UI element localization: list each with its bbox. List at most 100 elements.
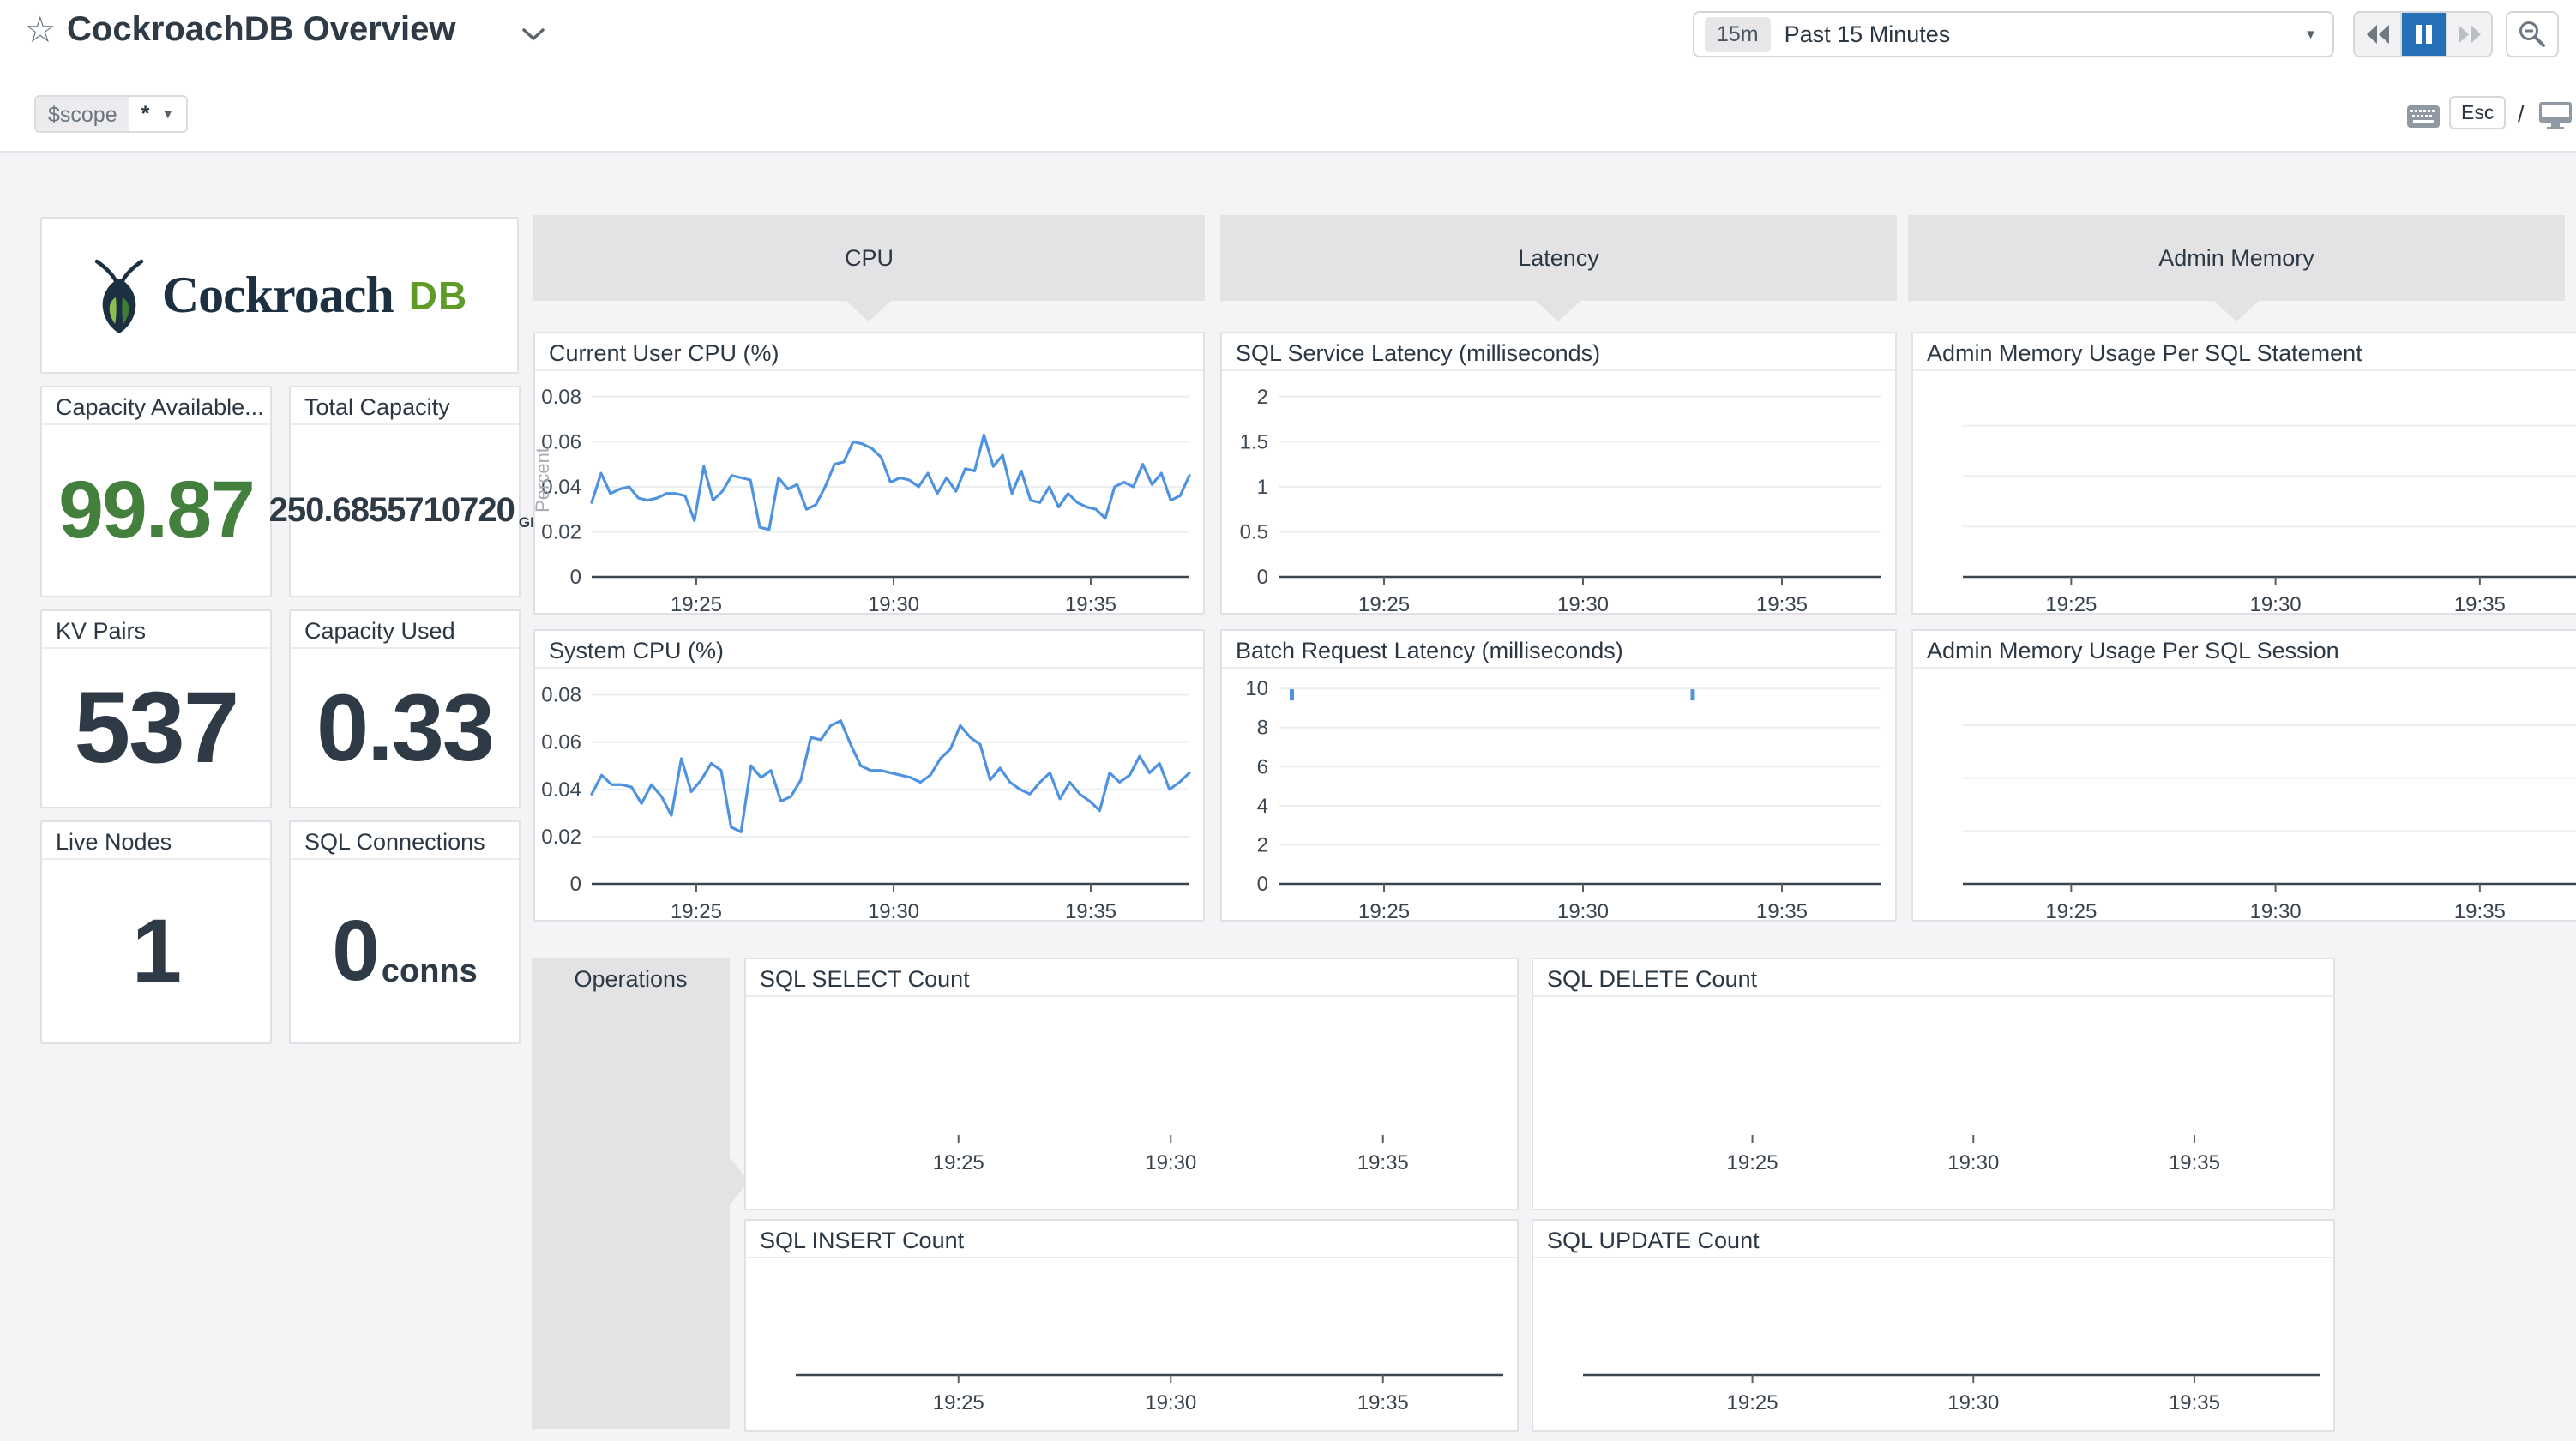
fullscreen-monitor-icon[interactable] bbox=[2538, 101, 2573, 135]
y-tick-label: 0.04 bbox=[541, 778, 581, 802]
stat-card-sql-connections[interactable]: SQL Connections 0 conns bbox=[289, 820, 521, 1044]
scope-value-select[interactable]: * ▼ bbox=[129, 97, 187, 131]
y-tick-label: 1 bbox=[1257, 476, 1268, 499]
stat-card-total-capacity[interactable]: Total Capacity 250.6855710720 GB bbox=[289, 386, 521, 597]
title-chevron-icon[interactable] bbox=[521, 27, 545, 47]
panel-sql-delete-count[interactable]: SQL DELETE Count 19:2519:3019:35 bbox=[1532, 958, 2335, 1210]
admin-memory-statement-chart[interactable]: 19:2519:3019:35 bbox=[1913, 371, 2576, 613]
group-header-cpu[interactable]: CPU bbox=[533, 215, 1205, 301]
fast-forward-button[interactable] bbox=[2446, 13, 2491, 56]
system-cpu-chart[interactable]: 0 0.02 0.04 0.06 0.08 19:25 19:30 19:35 bbox=[535, 669, 1203, 920]
group-header-admin-memory[interactable]: Admin Memory bbox=[1908, 215, 2565, 301]
panel-title: SQL Service Latency (milliseconds) bbox=[1222, 333, 1895, 371]
x-tick-label: 19:30 bbox=[868, 900, 919, 920]
sql-insert-count-chart[interactable]: 19:2519:3019:35 bbox=[746, 1258, 1517, 1430]
scope-variable-name: $scope bbox=[36, 97, 129, 131]
favorite-star-icon[interactable]: ☆ bbox=[24, 12, 57, 48]
stat-title: Capacity Used bbox=[291, 611, 519, 649]
y-tick-label: 2 bbox=[1257, 386, 1268, 409]
y-tick-label: 0 bbox=[570, 873, 581, 896]
x-tick-label: 19:35 bbox=[2454, 900, 2506, 920]
time-range-badge[interactable]: 15m bbox=[1705, 17, 1771, 52]
x-tick-label: 19:25 bbox=[2045, 593, 2097, 613]
x-tick-label: 19:35 bbox=[1756, 593, 1808, 613]
batch-request-latency-chart[interactable]: 024681019:2519:3019:35 bbox=[1222, 669, 1895, 920]
panel-sql-service-latency[interactable]: SQL Service Latency (milliseconds) 0 0.5 1… bbox=[1220, 332, 1897, 615]
cpu-group-tail bbox=[846, 301, 891, 321]
stat-title: SQL Connections bbox=[291, 822, 519, 860]
group-header-latency[interactable]: Latency bbox=[1220, 215, 1897, 301]
current-user-cpu-chart[interactable]: 00.020.040.060.08Percent19:2519:3019:35 bbox=[535, 371, 1203, 613]
group-header-operations[interactable]: Operations bbox=[532, 958, 730, 1429]
sql-update-count-chart[interactable]: 19:2519:3019:35 bbox=[1533, 1258, 2333, 1430]
y-tick-label: 10 bbox=[1245, 677, 1268, 700]
panel-system-cpu[interactable]: System CPU (%) 0 0.02 0.04 0.06 0.08 19:25 19:… bbox=[533, 629, 1205, 922]
panel-title: Batch Request Latency (milliseconds) bbox=[1222, 631, 1895, 669]
fast-forward-icon bbox=[2456, 23, 2483, 45]
time-range-picker[interactable]: 15m Past 15 Minutes ▼ bbox=[1693, 11, 2334, 57]
x-tick-label: 19:25 bbox=[671, 900, 722, 920]
data-marker bbox=[1690, 689, 1694, 700]
keyboard-shortcuts-icon[interactable] bbox=[2406, 105, 2441, 133]
panel-admin-memory-statement[interactable]: Admin Memory Usage Per SQL Statement 19:… bbox=[1911, 332, 2576, 615]
x-tick-label: 19:25 bbox=[2045, 900, 2097, 920]
y-tick-label: 0.08 bbox=[541, 684, 581, 707]
y-tick-label: 0.5 bbox=[1240, 520, 1268, 543]
sql-delete-count-chart[interactable]: 19:2519:3019:35 bbox=[1533, 997, 2333, 1209]
x-tick-label: 19:30 bbox=[1145, 1391, 1196, 1414]
sql-service-latency-chart[interactable]: 00.511.5219:2519:3019:35 bbox=[1222, 371, 1895, 613]
pause-button[interactable] bbox=[2400, 13, 2446, 56]
stat-card-kv-pairs[interactable]: KV Pairs 537 bbox=[40, 609, 272, 808]
template-variable-scope[interactable]: $scope * ▼ bbox=[34, 95, 188, 133]
slash-separator: / bbox=[2518, 101, 2525, 128]
panel-sql-insert-count[interactable]: SQL INSERT Count 19:2519:3019:35 bbox=[744, 1219, 1519, 1432]
rewind-button[interactable] bbox=[2355, 13, 2400, 56]
pause-icon bbox=[2414, 23, 2435, 45]
y-tick-label: 8 bbox=[1257, 717, 1268, 740]
cockroach-logo: Cockroach DB bbox=[42, 219, 517, 372]
series-line bbox=[592, 721, 1189, 832]
panel-title: System CPU (%) bbox=[535, 631, 1203, 669]
header-divider bbox=[0, 151, 2576, 153]
rewind-icon bbox=[2364, 23, 2392, 45]
scope-value: * bbox=[141, 102, 150, 127]
panel-title: Admin Memory Usage Per SQL Statement bbox=[1913, 333, 2576, 371]
stat-card-live-nodes[interactable]: Live Nodes 1 bbox=[40, 820, 272, 1044]
y-tick-label: 0.02 bbox=[541, 826, 581, 849]
zoom-out-button[interactable] bbox=[2506, 11, 2559, 57]
x-tick-label: 19:30 bbox=[1557, 593, 1609, 613]
x-tick-label: 19:25 bbox=[933, 1391, 984, 1414]
panel-admin-memory-session[interactable]: Admin Memory Usage Per SQL Session 19:25… bbox=[1911, 629, 2576, 922]
y-tick-label: 0.06 bbox=[541, 731, 581, 754]
x-tick-label: 19:25 bbox=[1727, 1151, 1779, 1174]
operations-group-label: Operations bbox=[532, 958, 730, 993]
panel-sql-select-count[interactable]: SQL SELECT Count 19:2519:3019:35 bbox=[744, 958, 1519, 1210]
y-tick-label: 0 bbox=[1257, 566, 1268, 589]
y-tick-label: 2 bbox=[1257, 833, 1268, 856]
panel-title: Admin Memory Usage Per SQL Session bbox=[1913, 631, 2576, 669]
zoom-out-icon bbox=[2518, 20, 2547, 49]
sql-select-count-chart[interactable]: 19:2519:3019:35 bbox=[746, 997, 1517, 1209]
stat-card-capacity-used[interactable]: Capacity Used 0.33 bbox=[289, 609, 521, 808]
stat-title: KV Pairs bbox=[42, 611, 270, 649]
admin-memory-session-chart[interactable]: 19:2519:3019:35 bbox=[1913, 669, 2576, 920]
stat-value: 0.33 bbox=[292, 651, 517, 805]
panel-batch-request-latency[interactable]: Batch Request Latency (milliseconds) 024… bbox=[1220, 629, 1897, 922]
panel-current-user-cpu[interactable]: Current User CPU (%) 00.020.040.060.08Pe… bbox=[533, 332, 1205, 615]
x-tick-label: 19:35 bbox=[1065, 900, 1116, 920]
scope-caret-icon: ▼ bbox=[161, 107, 174, 122]
stat-number: 250.6855710720 bbox=[269, 491, 515, 530]
y-tick-label: 4 bbox=[1257, 795, 1268, 818]
y-tick-label: 1.5 bbox=[1240, 430, 1268, 453]
stat-card-capacity-available[interactable]: Capacity Available... 99.87 bbox=[40, 386, 272, 597]
stat-value: 1 bbox=[44, 862, 268, 1041]
stat-value: 537 bbox=[44, 651, 268, 805]
y-tick-label: 6 bbox=[1257, 755, 1268, 778]
time-caret-icon[interactable]: ▼ bbox=[2304, 27, 2317, 42]
x-tick-label: 19:30 bbox=[1947, 1391, 1999, 1414]
panel-sql-update-count[interactable]: SQL UPDATE Count 19:2519:3019:35 bbox=[1532, 1219, 2335, 1432]
top-bar: ☆ CockroachDB Overview 15m Past 15 Minut… bbox=[0, 0, 2576, 151]
x-tick-label: 19:25 bbox=[671, 593, 722, 613]
stat-value: 0 conns bbox=[292, 862, 517, 1041]
x-tick-label: 19:30 bbox=[1947, 1151, 1999, 1174]
